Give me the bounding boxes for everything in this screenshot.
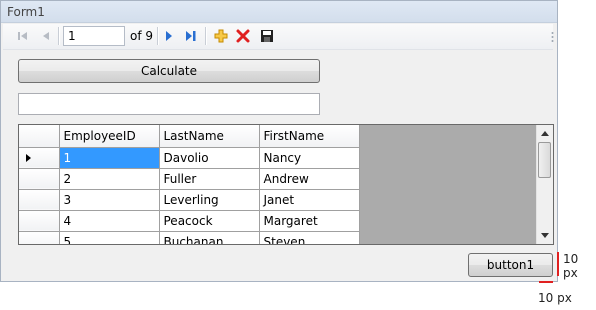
table-row[interactable]: 4 Peacock Margaret (19, 210, 360, 232)
column-header-firstname[interactable]: FirstName (259, 125, 360, 148)
row-header[interactable] (19, 168, 60, 190)
column-header-employeeid[interactable]: EmployeeID (59, 125, 160, 148)
table-row[interactable]: 1 Davolio Nancy (19, 147, 360, 169)
row-header[interactable] (19, 210, 60, 232)
window-title: Form1 (7, 5, 45, 19)
current-row-icon (26, 153, 31, 162)
table-cell[interactable]: Buchanan (159, 231, 260, 244)
toolbar-separator (58, 27, 60, 45)
table-row[interactable]: 3 Leverling Janet (19, 189, 360, 211)
calculate-button[interactable]: Calculate (18, 59, 320, 83)
table-cell[interactable]: Fuller (159, 168, 260, 190)
title-bar: Form1 (1, 1, 557, 23)
table-cell[interactable]: 1 (59, 147, 160, 169)
form-window: Form1 of 9 Calculate (0, 0, 558, 282)
record-count-label: of 9 (130, 29, 154, 43)
toolbar-separator (157, 27, 159, 45)
vertical-scrollbar[interactable] (536, 125, 553, 244)
right-margin-marker (557, 252, 559, 276)
move-last-icon[interactable] (183, 28, 199, 44)
bottom-margin-label: 10 px (538, 291, 572, 305)
table-cell[interactable]: Janet (259, 189, 360, 211)
table-cell[interactable]: Davolio (159, 147, 260, 169)
position-input[interactable] (63, 26, 125, 46)
table-cell[interactable]: 2 (59, 168, 160, 190)
grid-table: EmployeeID LastName FirstName 1 Davolio … (19, 125, 360, 244)
table-cell[interactable]: 5 (59, 231, 160, 244)
scroll-up-icon[interactable] (537, 125, 553, 142)
button1[interactable]: button1 (468, 253, 553, 277)
table-row[interactable]: 5 Buchanan Steven (19, 231, 360, 244)
delete-icon[interactable] (235, 28, 251, 44)
add-new-icon[interactable] (213, 28, 229, 44)
column-header-lastname[interactable]: LastName (159, 125, 260, 148)
table-cell[interactable]: Peacock (159, 210, 260, 232)
table-row[interactable]: 2 Fuller Andrew (19, 168, 360, 190)
toolbar-separator (205, 27, 207, 45)
employees-datagridview[interactable]: EmployeeID LastName FirstName 1 Davolio … (18, 124, 554, 245)
move-first-icon[interactable] (15, 28, 31, 44)
table-cell[interactable]: Leverling (159, 189, 260, 211)
right-margin-label: 10 px (563, 252, 579, 280)
table-cell[interactable]: Nancy (259, 147, 360, 169)
scroll-thumb[interactable] (538, 142, 551, 178)
table-cell[interactable]: 4 (59, 210, 160, 232)
row-header[interactable] (19, 189, 60, 211)
top-left-header-cell[interactable] (19, 125, 60, 148)
bottom-margin-marker (539, 281, 553, 283)
save-icon[interactable] (259, 28, 275, 44)
table-cell[interactable]: Andrew (259, 168, 360, 190)
table-cell[interactable]: 3 (59, 189, 160, 211)
result-textbox[interactable] (18, 93, 320, 115)
toolbar-grip (551, 31, 554, 43)
header-row: EmployeeID LastName FirstName (19, 125, 360, 148)
table-cell[interactable]: Steven (259, 231, 360, 244)
row-header[interactable] (19, 147, 60, 169)
row-header[interactable] (19, 231, 60, 244)
table-cell[interactable]: Margaret (259, 210, 360, 232)
binding-navigator: of 9 (3, 24, 554, 50)
move-previous-icon[interactable] (38, 28, 54, 44)
move-next-icon[interactable] (161, 28, 177, 44)
scroll-down-icon[interactable] (537, 227, 553, 244)
